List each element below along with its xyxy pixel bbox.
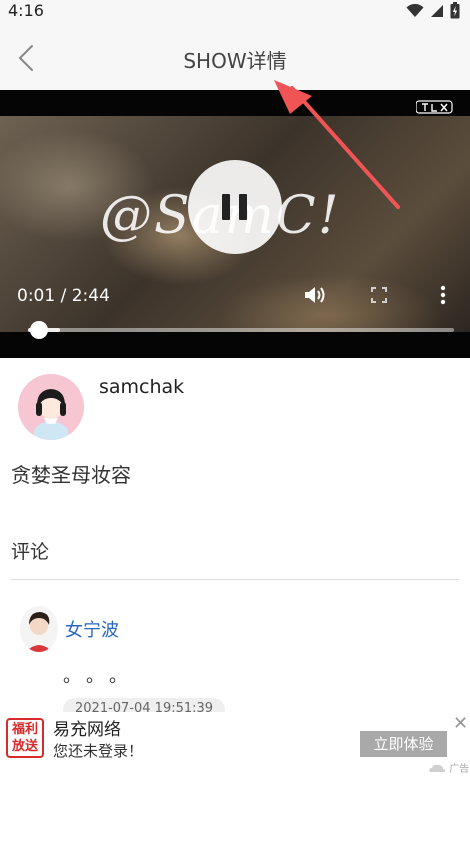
page-title: SHOW详情 [183,49,287,73]
video-time-readout: 0:01 / 2:44 [17,286,110,306]
time-separator: / [55,286,72,306]
more-vert-icon [440,285,446,309]
show-title: 贪婪圣母妆容 [11,463,131,487]
status-time: 4:16 [8,1,44,20]
ad-mark: 广告 [428,760,469,775]
close-icon[interactable]: ✕ [453,713,468,734]
duration: 2:44 [71,286,110,306]
volume-button[interactable] [302,284,328,310]
commenter-name[interactable]: 女宁波 [65,616,119,642]
commenter-avatar[interactable] [20,606,58,652]
signal-icon [430,3,444,22]
ad-title: 易充网络 [53,720,121,740]
ad-label: 广告 [449,764,470,775]
comment-text: 。。。 [63,666,141,687]
more-options-button[interactable] [430,284,456,310]
ad-banner[interactable]: 福利 放送 易充网络 您还未登录！ 立即体验 ✕ 广告 [0,712,470,843]
ad-subtitle: 您还未登录！ [53,742,144,760]
seek-bar[interactable] [28,328,454,332]
fullscreen-icon [370,286,388,308]
video-player[interactable]: @SamC! 0:01 / 2:44 [0,90,470,358]
author-avatar[interactable] [18,374,84,440]
author-name[interactable]: samchak [99,376,184,398]
comments-heading: 评论 [11,541,50,563]
current-time: 0:01 [17,286,56,306]
cloud-icon [428,764,449,775]
volume-icon [303,284,327,310]
divider [11,579,459,580]
seek-thumb[interactable] [29,321,48,339]
pause-button[interactable] [188,160,282,254]
ad-cta-button[interactable]: 立即体验 [360,731,447,757]
battery-charging-icon [450,2,460,23]
video-watermark-logo [415,100,454,117]
fullscreen-button[interactable] [366,284,392,310]
status-bar: 4:16 [0,0,470,22]
ad-badge: 福利 放送 [6,718,44,758]
ad-badge-line1: 福利 [11,722,38,737]
ad-badge-line2: 放送 [11,739,38,754]
status-icons [406,2,460,23]
wifi-icon [406,3,424,22]
nav-bar: SHOW详情 [0,22,470,90]
